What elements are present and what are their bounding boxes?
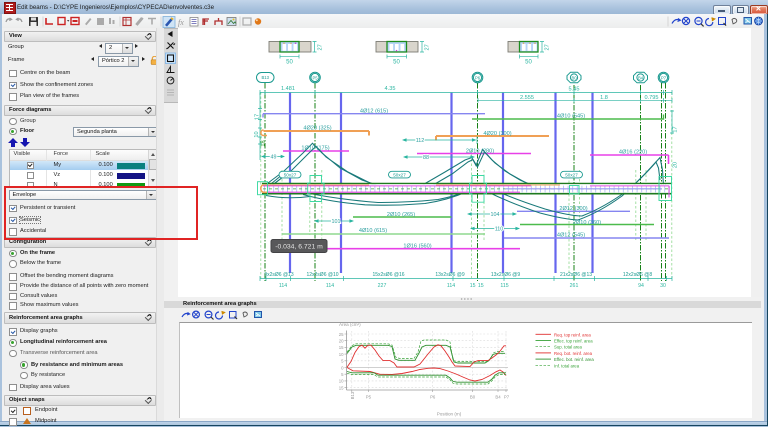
svg-text:Effec. bot. reinf. area: Effec. bot. reinf. area xyxy=(554,357,594,362)
svg-text:Area (cm²): Area (cm²) xyxy=(339,322,361,327)
svg-text:4Ø10 (545): 4Ø10 (545) xyxy=(557,114,585,120)
svg-text:110: 110 xyxy=(495,227,504,233)
svg-text:4Ø10 (615): 4Ø10 (615) xyxy=(359,228,387,234)
svg-text:1.481: 1.481 xyxy=(281,86,295,92)
svg-text:50: 50 xyxy=(525,60,532,66)
svg-text:50x27: 50x27 xyxy=(284,172,297,177)
svg-text:261: 261 xyxy=(570,283,579,289)
svg-text:27: 27 xyxy=(545,44,551,50)
svg-text:P5: P5 xyxy=(366,395,372,400)
svg-text:B13: B13 xyxy=(261,75,269,80)
svg-text:15: 15 xyxy=(339,345,344,350)
svg-text:5.45: 5.45 xyxy=(569,87,580,93)
svg-text:17: 17 xyxy=(673,126,679,132)
svg-text:15: 15 xyxy=(470,283,476,289)
svg-text:9x2sØ6 @13: 9x2sØ6 @13 xyxy=(264,272,293,278)
svg-text:0.795: 0.795 xyxy=(645,95,659,101)
svg-text:88: 88 xyxy=(423,155,429,161)
svg-text:13x2sØ6 @9: 13x2sØ6 @9 xyxy=(491,272,520,278)
svg-text:-0.034, 6.721 m: -0.034, 6.721 m xyxy=(275,244,323,251)
svg-text:1.8: 1.8 xyxy=(600,95,608,101)
svg-text:17: 17 xyxy=(255,114,261,120)
svg-text:30: 30 xyxy=(660,283,666,289)
svg-text:4.35: 4.35 xyxy=(385,86,396,92)
svg-text:Req. bot. reinf. area: Req. bot. reinf. area xyxy=(554,351,593,356)
svg-text:P7: P7 xyxy=(661,75,667,80)
svg-text:B4: B4 xyxy=(638,75,644,80)
svg-text:20: 20 xyxy=(673,162,679,168)
svg-text:50: 50 xyxy=(286,60,293,66)
svg-text:114: 114 xyxy=(279,283,287,289)
svg-text:P7: P7 xyxy=(504,395,510,400)
svg-text:2Ø10 (280): 2Ø10 (280) xyxy=(466,148,494,154)
svg-text:5: 5 xyxy=(341,359,344,364)
svg-text:4Ø12 (545): 4Ø12 (545) xyxy=(557,233,585,239)
svg-text:27: 27 xyxy=(318,44,324,50)
svg-text:1Ø16 (560): 1Ø16 (560) xyxy=(403,243,431,249)
svg-text:Position (m): Position (m) xyxy=(437,412,462,417)
svg-text:1Ø10 (175): 1Ø10 (175) xyxy=(301,146,329,152)
svg-text:0: 0 xyxy=(341,365,344,370)
svg-text:50x27: 50x27 xyxy=(393,172,406,177)
svg-text:115: 115 xyxy=(500,283,508,289)
svg-text:112: 112 xyxy=(416,138,425,144)
svg-text:P6: P6 xyxy=(430,395,436,400)
svg-text:4Ø20 (325): 4Ø20 (325) xyxy=(303,126,331,132)
svg-text:21x2sØ6 @13: 21x2sØ6 @13 xyxy=(560,272,592,278)
svg-text:50: 50 xyxy=(393,60,400,66)
svg-text:101: 101 xyxy=(332,219,341,225)
svg-text:227: 227 xyxy=(378,283,387,289)
svg-text:B0: B0 xyxy=(571,75,577,80)
svg-text:15: 15 xyxy=(339,385,344,390)
svg-text:Effec. top reinf. area: Effec. top reinf. area xyxy=(554,339,593,344)
svg-text:15: 15 xyxy=(478,283,484,289)
svg-text:5: 5 xyxy=(341,372,344,377)
svg-text:114: 114 xyxy=(447,283,455,289)
svg-text:2Ø12 (300): 2Ø12 (300) xyxy=(559,206,587,212)
svg-text:25: 25 xyxy=(339,332,344,337)
svg-text:B0: B0 xyxy=(470,395,476,400)
svg-text:27: 27 xyxy=(425,44,431,50)
svg-text:20: 20 xyxy=(339,339,344,344)
svg-text:P6: P6 xyxy=(475,75,481,80)
svg-text:B13: B13 xyxy=(350,391,355,399)
svg-text:49: 49 xyxy=(271,154,277,160)
svg-text:2Ø10 (265): 2Ø10 (265) xyxy=(387,212,415,218)
svg-text:114: 114 xyxy=(326,283,334,289)
svg-text:18: 18 xyxy=(261,140,267,146)
svg-text:fx: fx xyxy=(178,18,184,27)
svg-text:2.555: 2.555 xyxy=(520,95,534,101)
svg-text:10: 10 xyxy=(339,352,344,357)
svg-text:Sup. total area: Sup. total area xyxy=(554,345,583,350)
svg-text:12x2sØ6 @8: 12x2sØ6 @8 xyxy=(623,272,652,278)
svg-text:4Ø20 (300): 4Ø20 (300) xyxy=(483,131,511,137)
svg-text:4Ø16 (220): 4Ø16 (220) xyxy=(619,149,647,155)
svg-text:12x2sØ6 @10: 12x2sØ6 @10 xyxy=(306,272,338,278)
svg-text:10: 10 xyxy=(339,379,344,384)
svg-text:4Ø12 (615): 4Ø12 (615) xyxy=(360,108,388,114)
svg-text:2Ø10 (360): 2Ø10 (360) xyxy=(573,220,601,226)
svg-text:15x2sØ6 @16: 15x2sØ6 @16 xyxy=(372,272,404,278)
svg-text:B4: B4 xyxy=(495,395,501,400)
svg-text:104: 104 xyxy=(491,212,500,218)
svg-text:50x27: 50x27 xyxy=(565,172,578,177)
svg-text:10: 10 xyxy=(254,131,260,137)
svg-text:Inf. total area: Inf. total area xyxy=(554,363,580,368)
svg-text:94: 94 xyxy=(638,283,644,289)
svg-text:13x2sØ6 @9: 13x2sØ6 @9 xyxy=(435,272,464,278)
svg-text:P5: P5 xyxy=(312,75,318,80)
svg-text:Req. top reinf. area: Req. top reinf. area xyxy=(554,332,591,337)
